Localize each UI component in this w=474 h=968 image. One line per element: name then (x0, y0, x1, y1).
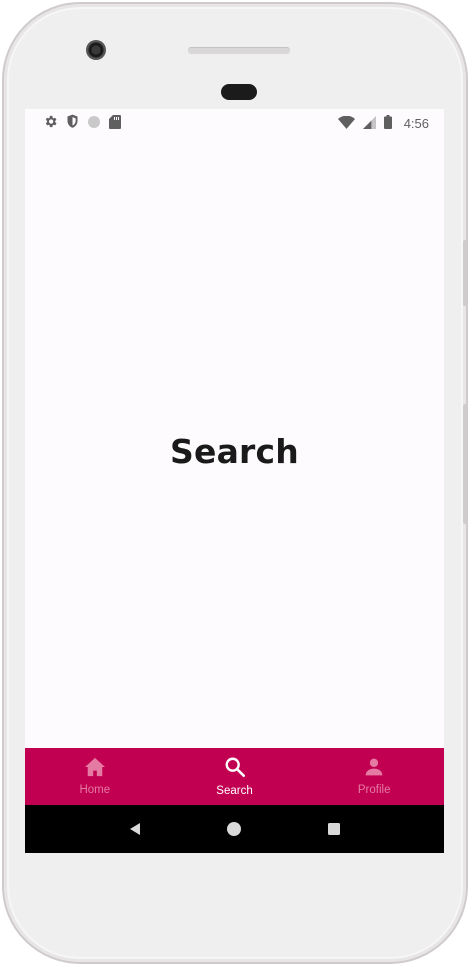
search-icon (224, 756, 246, 782)
front-camera (86, 40, 106, 60)
circle-icon (87, 114, 101, 133)
nav-item-home[interactable]: Home (25, 748, 165, 805)
status-left-icons (43, 114, 121, 133)
person-icon (364, 757, 384, 781)
nav-item-profile[interactable]: Profile (304, 748, 444, 805)
volume-button (463, 404, 468, 524)
status-right-icons: 4:56 (337, 114, 429, 133)
earpiece-speaker (188, 47, 290, 54)
signal-icon (362, 114, 376, 133)
proximity-sensor (221, 84, 257, 100)
nav-item-search[interactable]: Search (165, 748, 305, 805)
home-icon (84, 757, 106, 781)
nav-label-profile: Profile (357, 784, 391, 796)
shield-icon (66, 114, 79, 133)
settings-icon (43, 114, 58, 133)
system-navigation-bar (25, 805, 444, 853)
home-circle-icon[interactable] (214, 809, 254, 849)
battery-icon (383, 114, 392, 133)
sd-card-icon (109, 114, 121, 133)
recents-icon[interactable] (314, 809, 354, 849)
power-button (463, 240, 468, 306)
main-content: Search (25, 137, 444, 748)
bottom-navigation-bar: Home Search Profile (25, 748, 444, 805)
back-icon[interactable] (115, 809, 155, 849)
status-bar: 4:56 (25, 109, 444, 137)
status-time: 4:56 (403, 115, 429, 131)
nav-label-search: Search (216, 785, 253, 797)
wifi-icon (337, 114, 355, 133)
page-title: Search (170, 432, 299, 471)
screen: 4:56 Search Home Search Profile (25, 109, 444, 853)
nav-label-home: Home (79, 784, 111, 796)
